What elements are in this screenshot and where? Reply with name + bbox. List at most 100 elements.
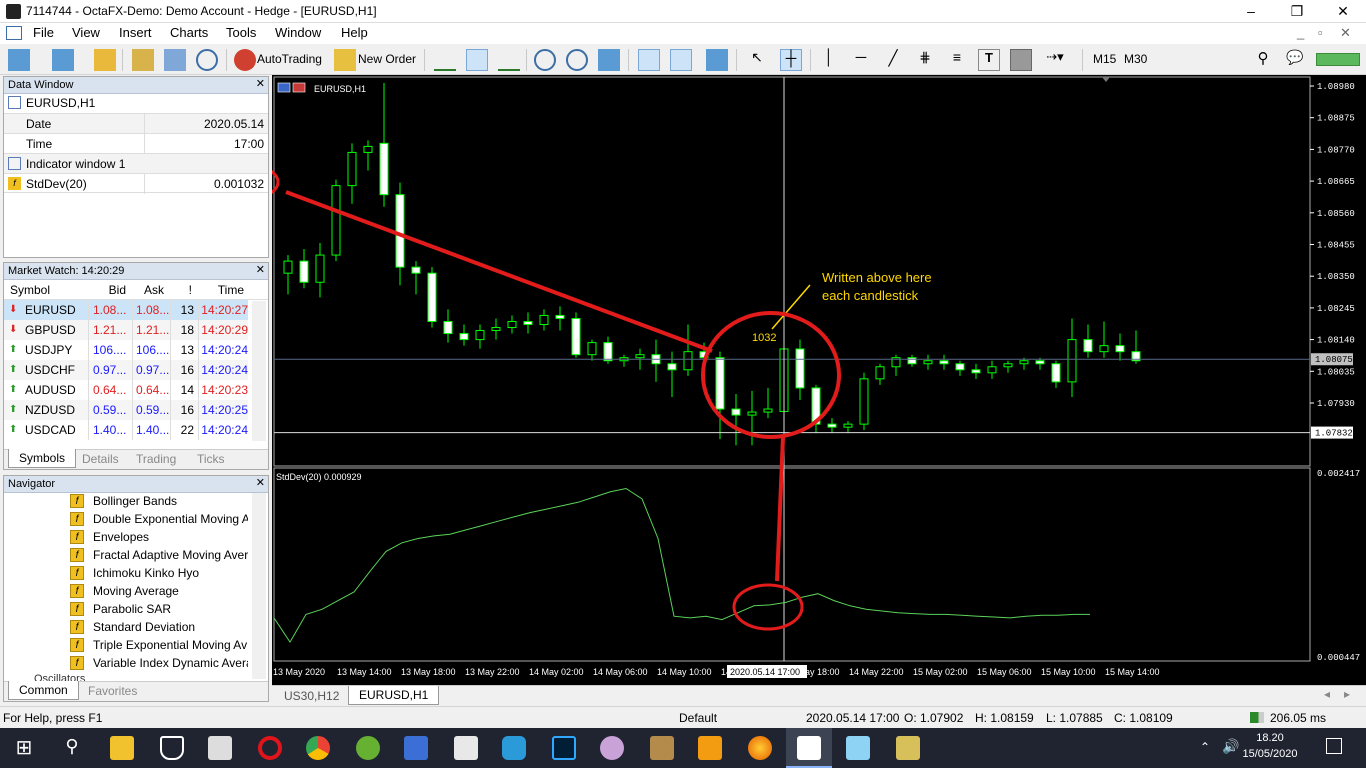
- market-watch-scrollbar[interactable]: [252, 301, 266, 441]
- candlestick-chart-icon[interactable]: [466, 49, 488, 71]
- nav-indicator-item[interactable]: f Fractal Adaptive Moving Aver: [4, 546, 248, 564]
- menu-charts[interactable]: Charts: [170, 25, 208, 40]
- navigator-close-icon[interactable]: ✕: [256, 476, 265, 489]
- utorrent-icon[interactable]: [356, 736, 380, 760]
- tab-scroll-left-icon[interactable]: ◂: [1324, 687, 1330, 701]
- tab-favorites[interactable]: Favorites: [88, 684, 137, 698]
- menu-window[interactable]: Window: [275, 25, 321, 40]
- calculator-icon[interactable]: [208, 736, 232, 760]
- rectangle-icon[interactable]: [1010, 49, 1032, 71]
- close-button[interactable]: ✕: [1320, 0, 1366, 23]
- terminal-icon[interactable]: [164, 49, 186, 71]
- chart-tab-us30[interactable]: US30,H12: [276, 688, 347, 704]
- new-order-icon[interactable]: [334, 49, 356, 71]
- menu-tools[interactable]: Tools: [226, 25, 256, 40]
- mdi-close-button[interactable]: ✕: [1340, 25, 1351, 41]
- navigator-scrollbar[interactable]: [252, 493, 266, 679]
- line-chart-icon[interactable]: [498, 49, 520, 71]
- app-icon[interactable]: [650, 736, 674, 760]
- market-watch-row[interactable]: ⬆ USDJPY 106.... 106.... 13 14:20:24: [4, 340, 248, 360]
- vertical-line-icon[interactable]: │: [818, 49, 840, 71]
- minimize-button[interactable]: –: [1228, 0, 1274, 23]
- tab-trading[interactable]: Trading: [136, 452, 176, 466]
- clock-time[interactable]: 18.20: [1245, 732, 1295, 744]
- chart-tab-eurusd[interactable]: EURUSD,H1: [348, 686, 440, 705]
- security-icon[interactable]: [160, 736, 184, 760]
- market-watch-row[interactable]: ⬆ AUDUSD 0.64... 0.64... 14 14:20:23: [4, 380, 248, 400]
- new-chart-icon[interactable]: [8, 49, 30, 71]
- new-order-button[interactable]: New Order: [358, 52, 416, 66]
- mdi-restore-button[interactable]: ▫: [1318, 25, 1323, 40]
- photoshop-icon[interactable]: [552, 736, 576, 760]
- nav-indicator-item[interactable]: f Parabolic SAR: [4, 600, 248, 618]
- zoom-in-icon[interactable]: [534, 49, 556, 71]
- nav-indicator-item[interactable]: f Bollinger Bands: [4, 492, 248, 510]
- windows-start-icon[interactable]: ⊞: [12, 736, 36, 760]
- app-icon[interactable]: [502, 736, 526, 760]
- chart-canvas[interactable]: 1.08980 1.08875 1.08770 1.08665 1.08560 1.084…: [188, 75, 1366, 685]
- indicators-icon[interactable]: [706, 49, 728, 71]
- trendline-icon[interactable]: ╱: [882, 49, 904, 71]
- col-ask[interactable]: Ask: [130, 280, 164, 300]
- cursor-icon[interactable]: ↖: [746, 49, 768, 71]
- search-icon[interactable]: ⚲: [1252, 49, 1274, 71]
- nav-indicator-item[interactable]: f Envelopes: [4, 528, 248, 546]
- menu-insert[interactable]: Insert: [119, 25, 152, 40]
- zoom-out-icon[interactable]: [566, 49, 588, 71]
- timeframe-m15[interactable]: M15: [1093, 52, 1116, 66]
- tab-details[interactable]: Details: [82, 452, 119, 466]
- chrome-icon[interactable]: [306, 736, 330, 760]
- market-watch-row[interactable]: ⬆ NZDUSD 0.59... 0.59... 16 14:20:25: [4, 400, 248, 420]
- menu-help[interactable]: Help: [341, 25, 368, 40]
- tab-scroll-right-icon[interactable]: ▸: [1344, 687, 1350, 701]
- equidistant-channel-icon[interactable]: ⋕: [914, 49, 936, 71]
- sublime-icon[interactable]: [698, 736, 722, 760]
- col-spread[interactable]: !: [170, 280, 192, 300]
- signals-icon[interactable]: [196, 49, 218, 71]
- chat-icon[interactable]: 💬: [1284, 49, 1306, 71]
- menu-view[interactable]: View: [72, 25, 100, 40]
- nav-indicator-item[interactable]: f Ichimoku Kinko Hyo: [4, 564, 248, 582]
- navigator-icon[interactable]: [132, 49, 154, 71]
- firefox-icon[interactable]: [748, 736, 772, 760]
- octafx-icon[interactable]: [797, 736, 821, 760]
- tab-common[interactable]: Common: [8, 681, 79, 700]
- auto-scroll-icon[interactable]: [670, 49, 692, 71]
- crosshair-icon[interactable]: ┼: [780, 49, 802, 71]
- autotrading-icon[interactable]: [234, 49, 256, 71]
- paint-icon[interactable]: [600, 736, 624, 760]
- market-watch-row[interactable]: ⬆ USDCAD 1.40... 1.40... 22 14:20:24: [4, 420, 248, 440]
- chart-shift-icon[interactable]: [638, 49, 660, 71]
- menu-file[interactable]: File: [33, 25, 54, 40]
- data-window-close-icon[interactable]: ✕: [256, 77, 265, 90]
- nav-indicator-item[interactable]: f Variable Index Dynamic Avera: [4, 654, 248, 672]
- col-time[interactable]: Time: [200, 280, 244, 300]
- maximize-button[interactable]: ❐: [1274, 0, 1320, 23]
- market-watch-row[interactable]: ⬇ GBPUSD 1.21... 1.21... 18 14:20:29: [4, 320, 248, 340]
- app-icon[interactable]: [896, 736, 920, 760]
- tray-chevron-icon[interactable]: ⌃: [1200, 740, 1210, 754]
- horizontal-line-icon[interactable]: ─: [850, 49, 872, 71]
- volume-icon[interactable]: 🔊: [1222, 738, 1239, 755]
- nav-indicator-item[interactable]: f Moving Average: [4, 582, 248, 600]
- bar-chart-icon[interactable]: [434, 49, 456, 71]
- tab-ticks[interactable]: Ticks: [197, 452, 225, 466]
- tile-windows-icon[interactable]: [598, 49, 620, 71]
- file-explorer-icon[interactable]: [110, 736, 134, 760]
- notifications-icon[interactable]: [1326, 738, 1342, 754]
- market-watch-row[interactable]: ⬇ EURUSD 1.08... 1.08... 13 14:20:27: [4, 300, 248, 320]
- child-window-icon[interactable]: [6, 26, 22, 40]
- app-icon[interactable]: [454, 736, 478, 760]
- timeframe-m30[interactable]: M30: [1124, 52, 1147, 66]
- market-watch-row[interactable]: ⬆ USDCHF 0.97... 0.97... 16 14:20:24: [4, 360, 248, 380]
- nav-indicator-item[interactable]: f Triple Exponential Moving Av: [4, 636, 248, 654]
- tab-symbols[interactable]: Symbols: [8, 449, 77, 468]
- fibonacci-icon[interactable]: ≡: [946, 49, 968, 71]
- search-icon[interactable]: ⚲: [60, 736, 84, 760]
- col-symbol[interactable]: Symbol: [10, 280, 50, 300]
- arrows-icon[interactable]: ⇢▾: [1044, 49, 1066, 71]
- app-icon[interactable]: [846, 736, 870, 760]
- text-label-icon[interactable]: T: [978, 49, 1000, 71]
- clock-date[interactable]: 15/05/2020: [1238, 748, 1302, 760]
- save-icon[interactable]: [404, 736, 428, 760]
